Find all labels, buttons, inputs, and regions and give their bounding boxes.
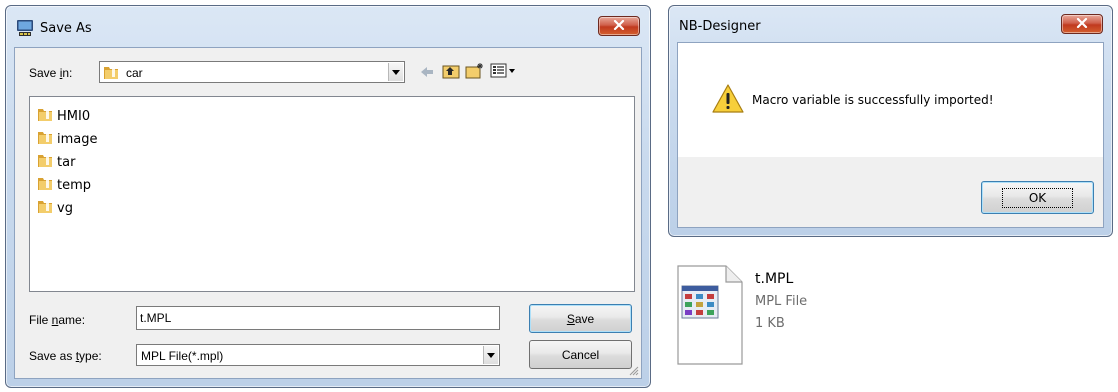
back-arrow-icon[interactable]	[419, 64, 435, 83]
save-in-label: Save in:	[29, 66, 73, 80]
chevron-down-icon[interactable]	[483, 346, 498, 364]
save-as-type-dropdown[interactable]: MPL File(*.mpl)	[136, 344, 500, 366]
file-size: 1 KB	[755, 316, 785, 331]
folder-name: tar	[57, 154, 76, 170]
close-button[interactable]	[1061, 14, 1103, 34]
list-item[interactable]: temp	[37, 175, 91, 195]
file-name-value: t.MPL	[140, 311, 172, 325]
save-button[interactable]: Save	[529, 304, 632, 333]
title-bar[interactable]: NB-Designer	[669, 6, 1112, 42]
file-name-input[interactable]: t.MPL	[136, 306, 500, 330]
window-title: NB-Designer	[679, 19, 761, 34]
save-in-dropdown[interactable]: car	[99, 61, 405, 83]
cancel-button[interactable]: Cancel	[529, 340, 632, 369]
folder-icon	[37, 152, 53, 172]
list-item[interactable]: tar	[37, 152, 75, 172]
folder-icon	[37, 175, 53, 195]
folder-icon	[37, 106, 53, 126]
message-dialog-body: Macro variable is successfully imported!…	[677, 42, 1104, 228]
ok-button-label: OK	[1001, 187, 1074, 208]
folder-icon	[37, 198, 53, 218]
save-button-label: Save	[566, 311, 595, 326]
list-item[interactable]: image	[37, 129, 98, 149]
new-folder-icon[interactable]	[465, 62, 485, 83]
folder-name: temp	[57, 177, 92, 193]
close-icon	[613, 19, 625, 33]
list-item[interactable]: vg	[37, 198, 73, 218]
file-name-label: File name:	[29, 313, 86, 327]
view-menu-icon[interactable]	[490, 63, 518, 82]
file-tile[interactable]: t.MPL MPL File 1 KB	[676, 264, 816, 384]
save-in-value: car	[126, 66, 143, 80]
ok-button[interactable]: OK	[981, 181, 1094, 214]
folder-icon	[37, 129, 53, 149]
message-dialog-window: NB-Designer Macro variable is successful…	[668, 5, 1113, 237]
resize-grip-icon[interactable]	[627, 364, 639, 376]
chevron-down-icon[interactable]	[388, 63, 403, 81]
up-folder-icon[interactable]	[442, 63, 460, 83]
file-list[interactable]: HMI0 image tar temp vg	[29, 96, 635, 292]
save-as-type-label: Save as type:	[29, 349, 102, 363]
close-button[interactable]	[598, 16, 640, 36]
save-dialog-body: Save in: car HMI0 image tar temp vg File…	[14, 47, 642, 379]
list-item[interactable]: HMI0	[37, 106, 90, 126]
save-as-window: Save As Save in: car HMI0 image tar temp…	[5, 5, 651, 388]
message-text: Macro variable is successfully imported!	[752, 93, 994, 107]
file-type: MPL File	[755, 294, 808, 309]
folder-name: vg	[57, 200, 73, 216]
mpl-file-icon	[676, 264, 744, 368]
warning-icon	[712, 83, 744, 115]
title-bar[interactable]: Save As	[6, 6, 650, 48]
computer-icon	[16, 19, 34, 37]
folder-name: image	[57, 131, 98, 147]
folder-icon	[103, 64, 119, 84]
save-as-type-value: MPL File(*.mpl)	[141, 349, 224, 363]
message-area: Macro variable is successfully imported!	[678, 43, 1103, 157]
window-title: Save As	[40, 21, 92, 36]
folder-name: HMI0	[57, 108, 91, 124]
close-icon	[1076, 17, 1088, 31]
file-name: t.MPL	[755, 271, 794, 287]
